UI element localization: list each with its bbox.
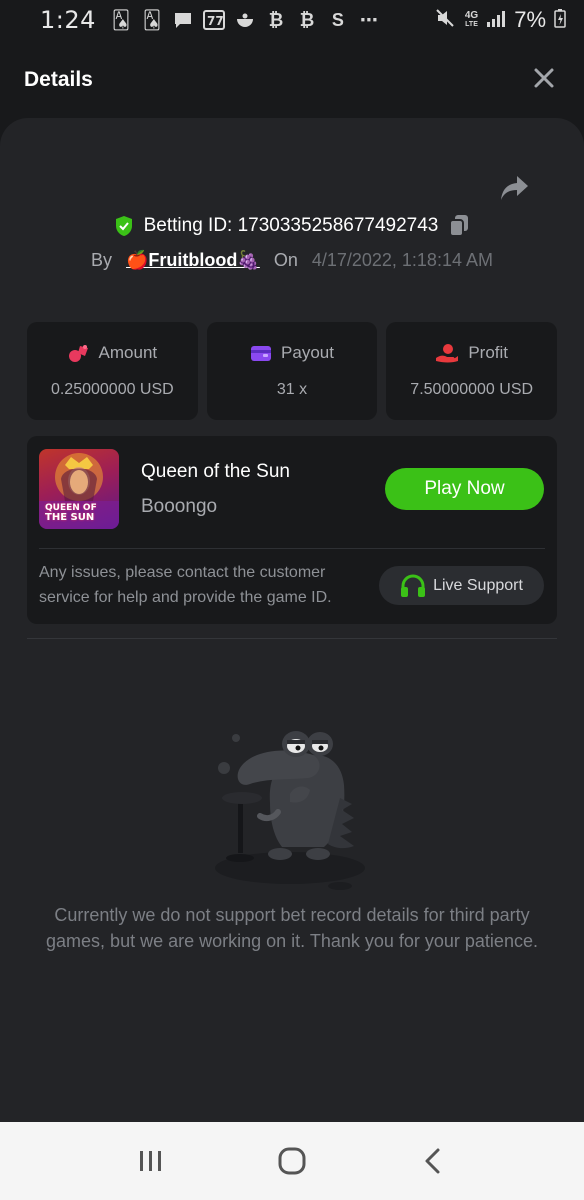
slots-icon: 77 <box>202 10 225 30</box>
game-provider: Booongo <box>141 496 218 517</box>
bitcoin-icon: ₿ <box>268 9 284 30</box>
on-label: On <box>273 250 298 270</box>
system-nav-bar <box>0 1122 584 1200</box>
cards-icon: 🂡 <box>111 9 131 30</box>
bitcoin-icon: ₿ <box>299 9 315 30</box>
recent-apps-icon <box>139 1151 161 1171</box>
payout-value: 31 x <box>276 381 308 398</box>
betting-id-row: Betting ID: 1730335258677492743 <box>0 214 584 238</box>
bet-date: 4/17/2022, 1:18:14 AM <box>311 250 493 270</box>
play-now-button[interactable]: Play Now <box>385 468 544 510</box>
s-icon: S <box>331 9 344 30</box>
username-link[interactable]: 🍎Fruitblood🍇 <box>126 250 260 271</box>
hand-coin-icon <box>436 344 459 363</box>
profit-card: Profit 7.50000000 USD <box>386 322 558 420</box>
payout-label: Payout <box>281 343 334 362</box>
amount-card: Amount 0.25000000 USD <box>27 322 198 420</box>
svg-text:77: 77 <box>207 14 224 28</box>
copy-button[interactable] <box>448 214 470 238</box>
share-icon <box>501 176 528 200</box>
empty-state-message: Currently we do not support bet record d… <box>46 905 538 951</box>
home-button[interactable] <box>272 1141 312 1181</box>
support-notice: Any issues, please contact the customer … <box>39 564 332 606</box>
betting-id: Betting ID: 1730335258677492743 <box>143 215 439 236</box>
more-icon: ⋯ <box>359 9 378 30</box>
coins-icon <box>68 345 88 362</box>
live-support-label: Live Support <box>433 576 523 594</box>
close-icon <box>534 68 554 88</box>
game-thumbnail[interactable]: QUEEN OF THE SUN <box>39 449 119 529</box>
page-title: Details <box>24 68 93 91</box>
bet-details-panel: Betting ID: 1730335258677492743 By 🍎Frui… <box>0 118 584 1122</box>
section-divider <box>27 638 557 639</box>
payout-card: Payout 31 x <box>206 322 378 420</box>
system-icons: 4G LTE 7% <box>435 7 566 33</box>
wallet-icon <box>251 346 272 361</box>
amount-value: 0.25000000 USD <box>50 381 174 398</box>
cards-icon: 🂡 <box>142 9 162 30</box>
live-support-button[interactable]: Live Support <box>379 566 544 605</box>
network-icon: 4G LTE <box>464 10 479 29</box>
headset-icon <box>401 574 426 597</box>
game-name: Queen of the Sun <box>141 461 290 482</box>
game-card: QUEEN OF THE SUN Queen of the Sun Booong… <box>27 436 557 624</box>
profit-value: 7.50000000 USD <box>410 381 534 398</box>
bet-owner-row: By 🍎Fruitblood🍇 On 4/17/2022, 1:18:14 AM <box>0 250 584 271</box>
profit-label: Profit <box>468 343 509 362</box>
close-button[interactable] <box>532 66 556 90</box>
status-bar: 1:24 🂡 🂡 77 ₿ ₿ S ⋯ 4G LTE 7% <box>0 0 584 40</box>
status-time: 1:24 <box>40 6 96 34</box>
bet-stats: Amount 0.25000000 USD Payout 31 x Profit… <box>27 322 558 420</box>
amount-label: Amount <box>98 343 158 362</box>
battery-level: 7% <box>514 7 546 32</box>
notification-icons: 🂡 🂡 77 ₿ ₿ S ⋯ <box>110 10 380 30</box>
mute-icon <box>435 8 457 33</box>
crocodile-illustration <box>215 731 365 890</box>
by-label: By <box>91 250 113 270</box>
share-button[interactable] <box>500 174 530 202</box>
back-icon <box>425 1148 440 1174</box>
message-icon <box>172 10 194 30</box>
copy-icon <box>449 215 469 237</box>
divider <box>39 548 545 549</box>
signal-icon <box>486 9 506 32</box>
bowl-icon <box>234 10 256 30</box>
battery-charging-icon <box>554 8 566 33</box>
back-button[interactable] <box>413 1141 453 1181</box>
details-header: Details <box>0 40 584 120</box>
recent-apps-button[interactable] <box>131 1141 171 1181</box>
thumbnail-title-line-2: THE SUN <box>45 512 95 523</box>
shield-check-icon <box>115 216 132 236</box>
home-icon <box>278 1147 306 1175</box>
